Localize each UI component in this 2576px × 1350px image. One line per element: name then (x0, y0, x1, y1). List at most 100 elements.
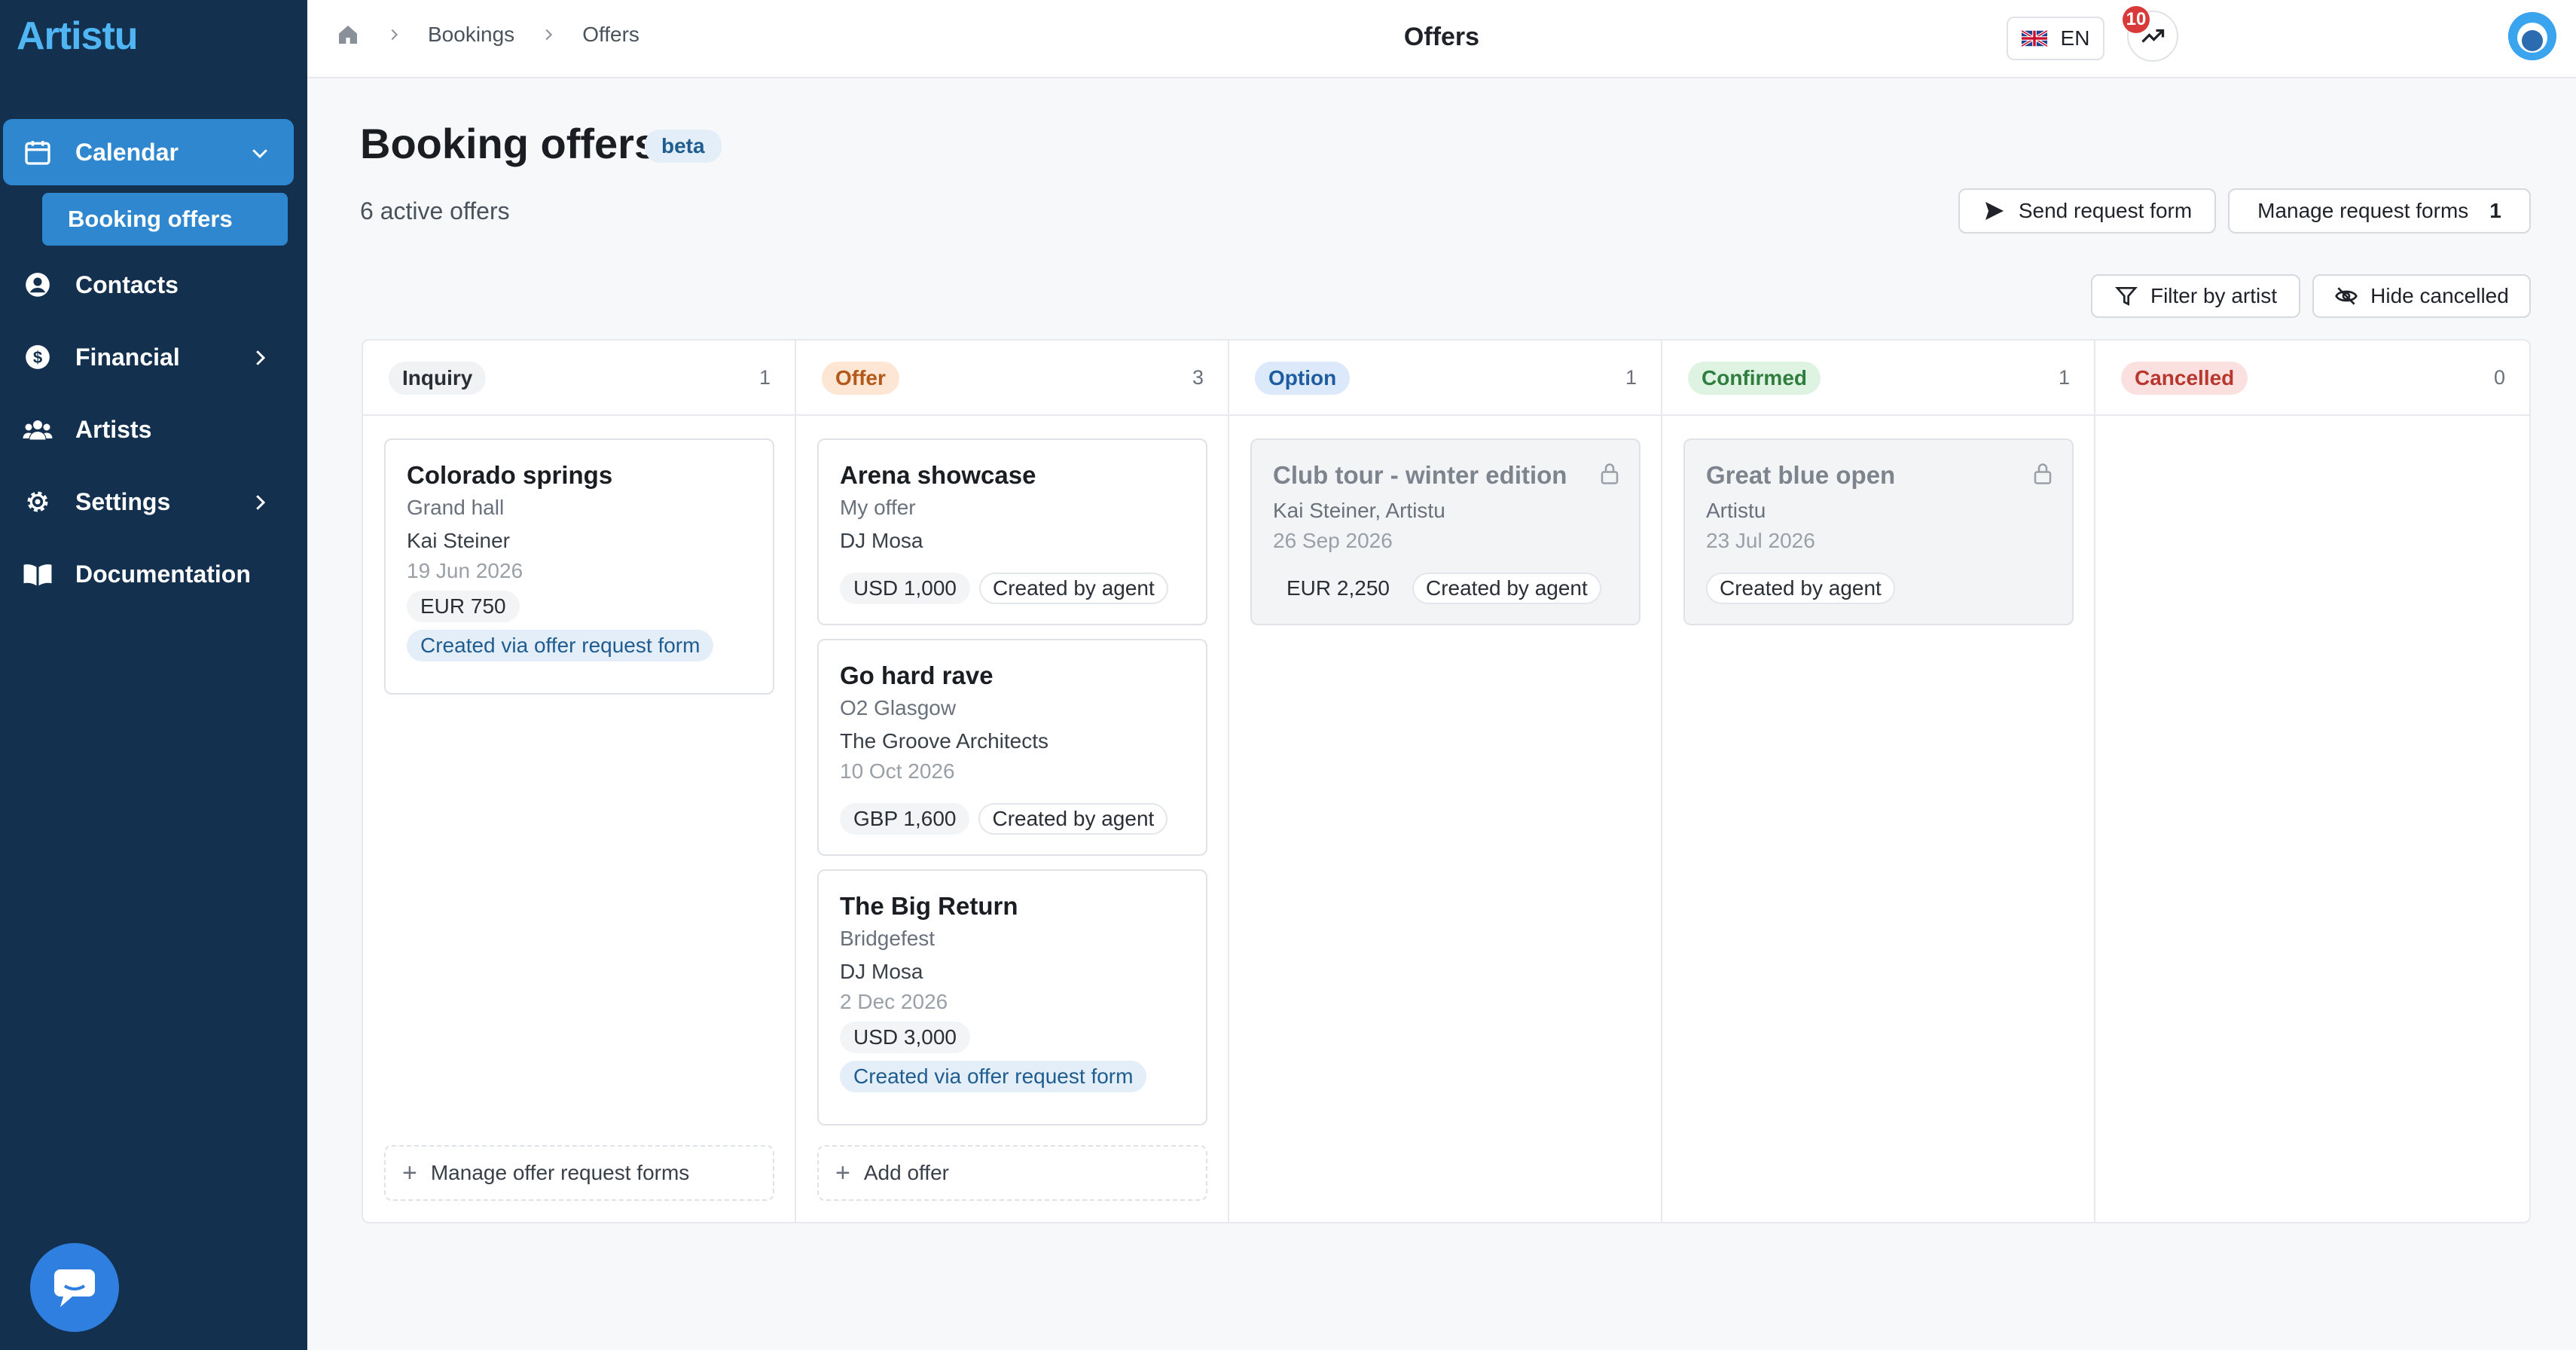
offer-source-tag: Created via offer request form (840, 1061, 1147, 1092)
offer-title: Arena showcase (840, 461, 1036, 489)
offer-title: Great blue open (1706, 461, 1896, 489)
offer-title: Club tour - winter edition (1273, 461, 1567, 489)
offer-card[interactable]: Go hard rave O2 Glasgow The Groove Archi… (817, 639, 1207, 856)
footer-label: Manage offer request forms (430, 1161, 690, 1184)
financial-icon: $ (21, 341, 54, 374)
breadcrumb: Bookings Offers (336, 23, 639, 47)
chevron-down-icon (252, 149, 267, 159)
offer-tags: GBP 1,600 Created by agent (840, 803, 1177, 835)
offer-tags: EUR 2,250 Created by agent (1273, 573, 1610, 604)
offer-artist: DJ Mosa (840, 529, 923, 552)
sidebar-item-label: Calendar (75, 138, 179, 166)
filter-by-artist-button[interactable]: Filter by artist (2091, 274, 2300, 318)
column-count: 1 (758, 366, 771, 389)
page-title: Booking offers (360, 120, 658, 167)
column-option: Option 1 Club tour - winter edition Kai … (1229, 341, 1662, 1222)
column-header: Option 1 (1229, 341, 1661, 416)
offer-venue: Grand hall (407, 496, 505, 519)
column-header: Confirmed 1 (1662, 341, 2094, 416)
column-header: Cancelled 0 (2095, 341, 2529, 416)
column-header: Offer 3 (796, 341, 1228, 416)
column-inquiry: Inquiry 1 Colorado springs Grand hall Ka… (363, 341, 796, 1222)
manage-request-forms-button[interactable]: Manage request forms 1 (2228, 188, 2531, 234)
column-count: 1 (1625, 366, 1637, 389)
lock-icon (2034, 463, 2052, 484)
footer-label: Add offer (863, 1161, 949, 1184)
chat-button[interactable] (30, 1243, 119, 1332)
chat-icon (54, 1269, 95, 1307)
offer-artist: Artistu (1706, 499, 1766, 522)
chevron-right-icon (256, 495, 266, 510)
offer-card[interactable]: Club tour - winter edition Kai Steiner, … (1250, 438, 1641, 625)
top-bar: Bookings Offers Offers (307, 0, 2576, 78)
send-request-form-button[interactable]: Send request form (1958, 188, 2216, 234)
chevron-right-icon (545, 29, 553, 41)
offer-venue: O2 Glasgow (840, 696, 957, 719)
sidebar-item-label: Financial (75, 343, 180, 371)
calendar-icon (21, 136, 54, 169)
manage-offer-request-forms-button[interactable]: + Manage offer request forms (384, 1145, 774, 1201)
sidebar-item-contacts[interactable]: Contacts (3, 252, 294, 318)
filter-icon (2115, 287, 2138, 306)
sidebar-subitem-booking-offers[interactable]: Booking offers (42, 193, 288, 246)
offer-amount: EUR 2,250 (1273, 573, 1403, 604)
app-logo[interactable]: Artistu (17, 14, 139, 59)
contacts-icon (21, 268, 54, 301)
column-confirmed: Confirmed 1 Great blue open Artistu 23 J… (1662, 341, 2095, 1222)
offer-tags: EUR 750 (407, 591, 529, 622)
offer-artist: Kai Steiner (407, 529, 510, 552)
sidebar-item-documentation[interactable]: Documentation (3, 541, 294, 607)
offer-venue: Bridgefest (840, 927, 935, 950)
sidebar-item-financial[interactable]: $ Financial (3, 324, 294, 390)
home-icon[interactable] (336, 23, 360, 47)
eye-off-icon (2335, 287, 2358, 305)
sidebar-item-calendar[interactable]: Calendar (3, 119, 294, 185)
offer-source-tag: Created via offer request form (407, 630, 714, 661)
offer-title: Go hard rave (840, 661, 993, 689)
hide-cancelled-button[interactable]: Hide cancelled (2312, 274, 2531, 318)
status-badge-confirmed: Confirmed (1688, 362, 1821, 395)
offer-card[interactable]: The Big Return Bridgefest DJ Mosa 2 Dec … (817, 869, 1207, 1126)
offer-card[interactable]: Arena showcase My offer DJ Mosa USD 1,00… (817, 438, 1207, 625)
chevron-right-icon (391, 29, 398, 41)
offer-date: 19 Jun 2026 (407, 559, 523, 582)
plus-icon: + (835, 1158, 850, 1187)
avatar[interactable] (2508, 12, 2556, 60)
language-selector[interactable]: EN (2007, 17, 2104, 60)
beta-badge: beta (645, 130, 722, 163)
status-badge-cancelled: Cancelled (2121, 362, 2248, 395)
sidebar-item-label: Settings (75, 487, 171, 515)
offer-title: Colorado springs (407, 461, 613, 489)
add-offer-button[interactable]: + Add offer (817, 1145, 1207, 1201)
documentation-icon (21, 557, 54, 591)
sidebar-item-settings[interactable]: Settings (3, 469, 294, 535)
sidebar-item-label: Artists (75, 415, 152, 443)
filter-by-artist-label: Filter by artist (2150, 284, 2278, 307)
offer-created-by-tag: Created by agent (1706, 573, 1895, 604)
artists-icon (21, 413, 54, 446)
offer-card[interactable]: Colorado springs Grand hall Kai Steiner … (384, 438, 774, 695)
active-offers-count: 6 active offers (360, 197, 510, 224)
breadcrumb-bookings[interactable]: Bookings (428, 23, 514, 47)
status-badge-inquiry: Inquiry (389, 362, 487, 395)
offer-date: 10 Oct 2026 (840, 759, 955, 783)
sidebar: Artistu Calendar Booking offers Contacts… (0, 0, 307, 1350)
lock-icon (1601, 463, 1619, 484)
offer-date: 23 Jul 2026 (1706, 529, 1815, 552)
offer-artist: Kai Steiner, Artistu (1273, 499, 1445, 522)
status-badge-offer: Offer (822, 362, 899, 395)
breadcrumb-offers[interactable]: Offers (582, 23, 639, 47)
offer-tags: USD 1,000 Created by agent (840, 573, 1177, 604)
svg-text:$: $ (33, 348, 43, 367)
offer-title: The Big Return (840, 892, 1018, 920)
offer-card[interactable]: Great blue open Artistu 23 Jul 2026 Crea… (1683, 438, 2074, 625)
offer-artist: DJ Mosa (840, 960, 923, 983)
offer-venue: My offer (840, 496, 916, 519)
uk-flag-icon (2021, 30, 2047, 47)
chevron-right-icon (256, 350, 266, 365)
kanban-board: Inquiry 1 Colorado springs Grand hall Ka… (362, 339, 2531, 1223)
status-badge-option: Option (1255, 362, 1351, 395)
sidebar-item-artists[interactable]: Artists (3, 396, 294, 463)
offer-created-by-tag: Created by agent (978, 803, 1168, 835)
notification-badge: 10 (2123, 6, 2150, 33)
